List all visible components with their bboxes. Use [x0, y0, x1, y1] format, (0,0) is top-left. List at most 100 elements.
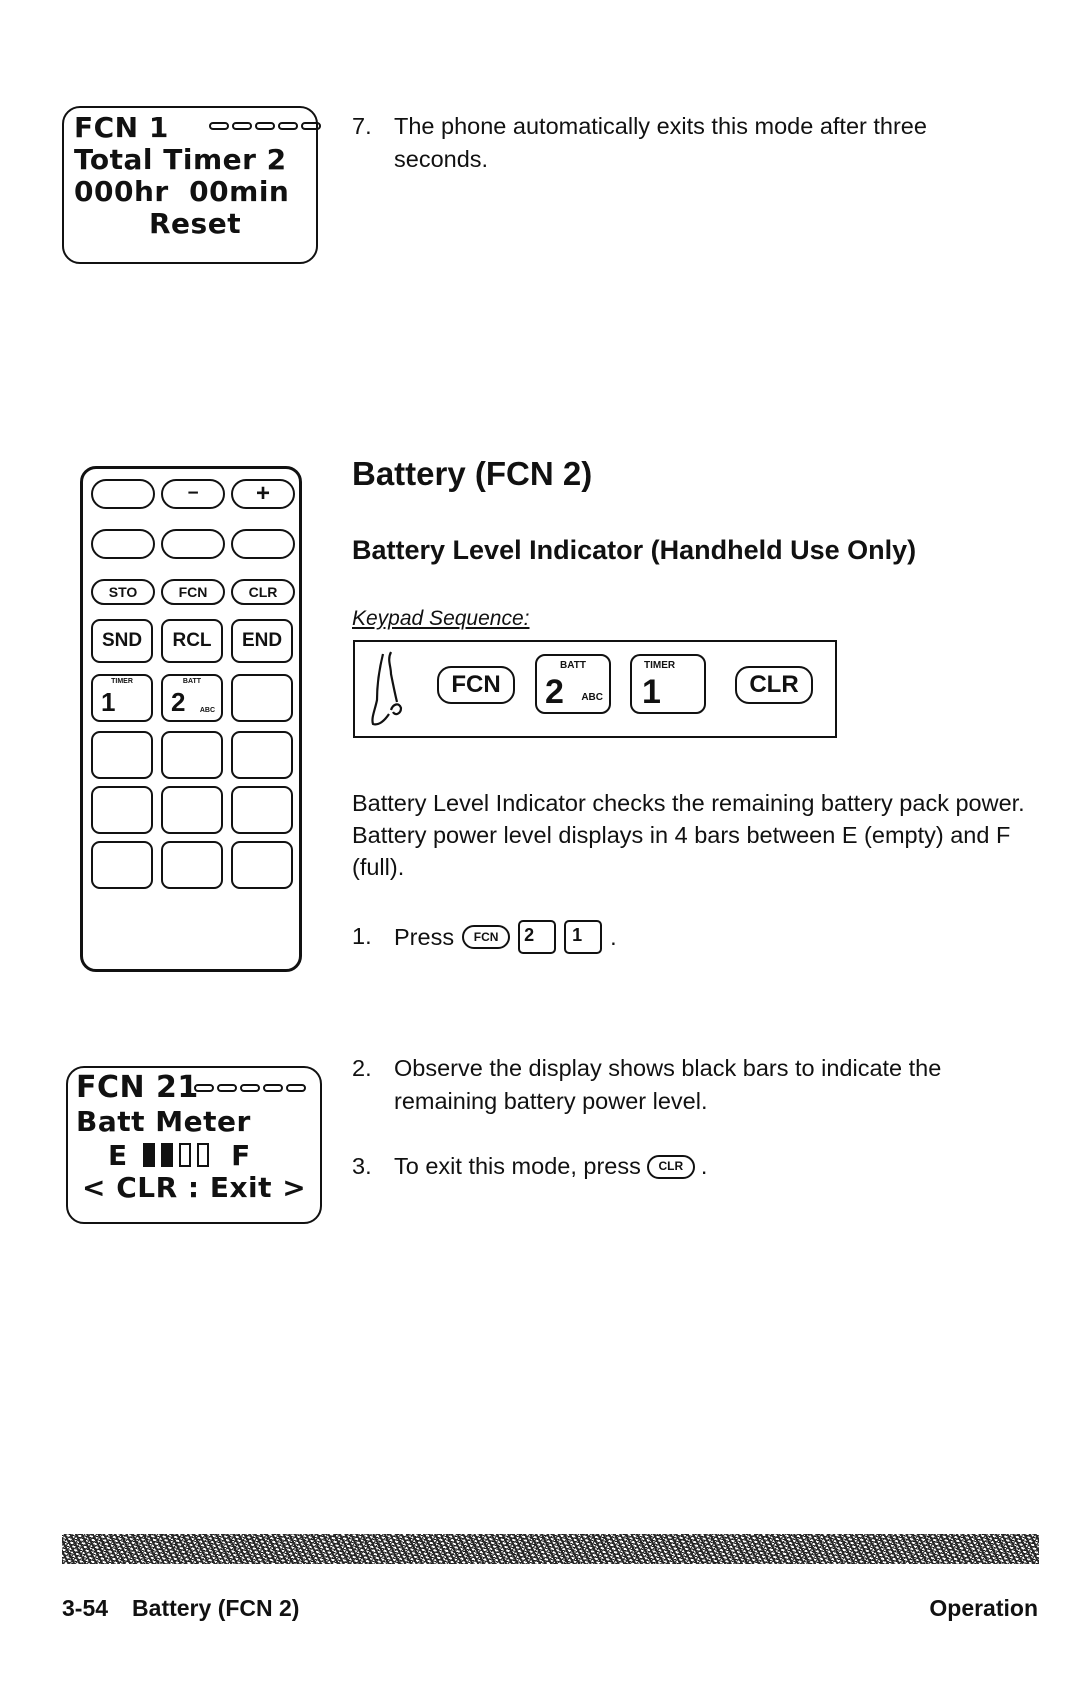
minus-icon: − — [187, 483, 199, 504]
keypad-key-blank — [91, 731, 153, 779]
battery-meter: E F — [108, 1138, 251, 1172]
keypad-key-end: END — [231, 619, 293, 663]
keypad-key-blank — [91, 479, 155, 509]
battery-bar-empty — [197, 1143, 210, 1167]
battery-bars — [143, 1143, 210, 1167]
keypad-key-plus: + — [231, 479, 295, 509]
keypad-key-blank — [231, 841, 293, 889]
sequence-key-1-timer: TIMER 1 — [630, 654, 706, 714]
meter-full-label: F — [231, 1138, 251, 1172]
display-line-1: FCN 1 — [74, 111, 169, 144]
key-label: RCL — [172, 630, 212, 651]
key-sup-label: BATT — [182, 678, 202, 685]
keypad-key-2: BATT 2 ABC — [161, 674, 223, 722]
battery-bar-empty — [179, 1143, 192, 1167]
step-text-label: Press — [394, 923, 455, 950]
step-suffix: . — [610, 923, 617, 950]
display-line-4: Reset — [149, 207, 242, 240]
keypad-key-blank — [91, 841, 153, 889]
step-suffix: . — [700, 1153, 708, 1179]
keypad-key-sto: STO — [91, 579, 155, 605]
footer-chapter: Operation — [929, 1595, 1038, 1621]
key-sup-label: TIMER — [644, 660, 676, 671]
display-line-3: 000hr 00min — [74, 175, 290, 208]
keypad-key-blank — [231, 786, 293, 834]
keypad-key-1: TIMER 1 — [91, 674, 153, 722]
inline-key-clr: CLR — [646, 1154, 695, 1179]
keypad-key-rcl: RCL — [161, 619, 223, 663]
key-label: FCN — [473, 929, 499, 944]
step-text-label: To exit this mode, press — [394, 1153, 641, 1179]
step-1: 1. Press FCN 2 1 . — [352, 920, 752, 960]
batt-meter-display: FCN 21 Batt Meter E F < CLR : Exit > — [66, 1066, 322, 1224]
display-line-1: FCN 21 — [76, 1070, 199, 1105]
step-number: 2. — [352, 1055, 372, 1081]
sequence-key-fcn: FCN — [437, 666, 515, 704]
keypad-key-blank — [231, 731, 293, 779]
display-line-2: Batt Meter — [76, 1105, 251, 1138]
signal-strength-icon — [194, 1084, 306, 1092]
key-label: CLR — [248, 584, 278, 600]
section-title: Battery (FCN 2) — [352, 455, 593, 492]
key-sup-label: TIMER — [111, 678, 133, 685]
step-number: 3. — [352, 1153, 372, 1179]
key-sup-label: BATT — [560, 660, 586, 671]
finger-press-icon — [371, 651, 403, 726]
key-label: STO — [108, 584, 138, 600]
phone-keypad-diagram: − + STO FCN CLR SND RCL END TIMER 1 BATT… — [80, 466, 302, 972]
keypad-key-blank — [161, 731, 223, 779]
inline-key-2-batt: 2 — [518, 920, 557, 954]
key-label: END — [241, 630, 283, 651]
keypad-sequence-label: Keypad Sequence: — [352, 607, 530, 630]
key-number: 2 — [545, 673, 564, 711]
display-line-2: Total Timer 2 — [74, 143, 287, 176]
key-number: 2 — [171, 687, 186, 717]
key-label: FCN — [451, 671, 501, 698]
step-text: Observe the display shows black bars to … — [394, 1055, 942, 1114]
battery-bar-filled — [161, 1143, 174, 1167]
signal-strength-icon — [209, 122, 321, 130]
key-number: 1 — [101, 687, 116, 717]
step-number: 1. — [352, 923, 372, 949]
key-label: SND — [101, 630, 143, 651]
keypad-key-clr: CLR — [231, 579, 295, 605]
keypad-key-blank — [231, 674, 293, 722]
plus-icon: + — [255, 480, 270, 507]
total-timer-display: FCN 1 Total Timer 2 000hr 00min Reset — [62, 106, 321, 264]
key-sub-label: ABC — [581, 692, 603, 703]
keypad-key-snd: SND — [91, 619, 153, 663]
sequence-key-clr: CLR — [735, 666, 813, 704]
sequence-key-2-batt: BATT 2 ABC — [535, 654, 611, 714]
keypad-key-blank — [91, 786, 153, 834]
key-label: CLR — [658, 1159, 684, 1173]
key-label: FCN — [178, 584, 208, 600]
step-text: To exit this mode, press CLR . — [394, 1150, 707, 1183]
keypad-key-blank — [231, 529, 295, 559]
key-number: 2 — [524, 925, 535, 945]
footer-page-info: 3-54 Battery (FCN 2) — [62, 1595, 299, 1622]
keypad-key-blank — [161, 786, 223, 834]
keypad-sequence-box: FCN BATT 2 ABC TIMER 1 CLR — [353, 640, 837, 738]
meter-empty-label: E — [108, 1138, 128, 1172]
step-text: The phone automatically exits this mode … — [394, 113, 927, 172]
page-number: 3-54 — [62, 1595, 109, 1621]
footer-section: Battery (FCN 2) — [132, 1595, 300, 1621]
battery-bar-filled — [143, 1143, 156, 1167]
key-number: 1 — [572, 925, 583, 945]
section-subtitle: Battery Level Indicator (Handheld Use On… — [352, 535, 917, 565]
description-paragraph: Battery Level Indicator checks the remai… — [352, 790, 1025, 880]
inline-key-1-timer: 1 — [564, 920, 603, 954]
step-text: Press FCN 2 1 . — [394, 920, 617, 954]
keypad-key-fcn: FCN — [161, 579, 225, 605]
keypad-key-blank — [91, 529, 155, 559]
keypad-key-blank — [161, 529, 225, 559]
key-sub-label: ABC — [199, 707, 215, 714]
key-number: 1 — [642, 673, 661, 711]
inline-key-fcn: FCN — [462, 925, 511, 949]
keypad-key-blank — [161, 841, 223, 889]
keypad-key-minus: − — [161, 479, 225, 509]
key-label: CLR — [749, 671, 799, 698]
footer-decorative-bar — [62, 1534, 1039, 1564]
step-number: 7. — [352, 113, 372, 139]
display-line-4: < CLR : Exit > — [82, 1171, 307, 1204]
